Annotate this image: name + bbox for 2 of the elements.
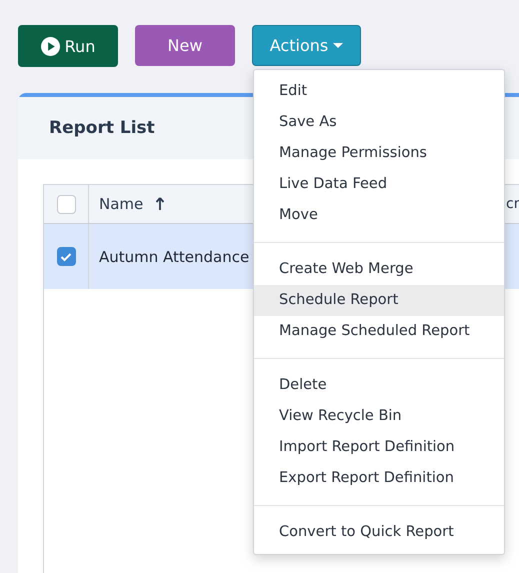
card-title: Report List: [49, 118, 155, 138]
table-cell: Autumn Attendance: [99, 248, 250, 266]
